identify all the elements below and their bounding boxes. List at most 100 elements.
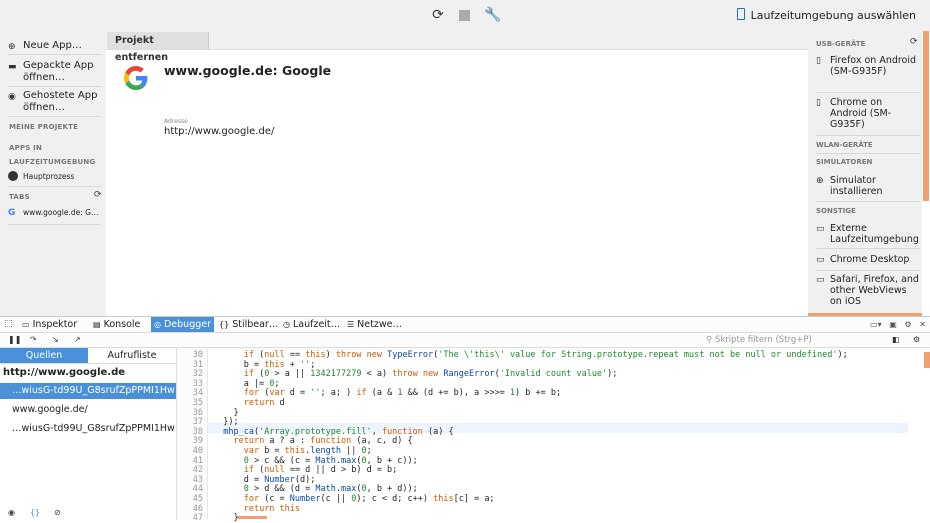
- source-item[interactable]: …wiusG-td99U_G8srufZpPPMI1Hw: [0, 421, 176, 437]
- reload-icon[interactable]: ⟳: [430, 7, 446, 23]
- code-line: for (c = Number(c || 0); c < d; c++) thi…: [243, 494, 495, 504]
- divider: [8, 186, 101, 187]
- code-line: b = this + '';: [213, 359, 316, 370]
- script-filter-input[interactable]: ⚲ Skripte filtern (Strg+P): [706, 333, 881, 347]
- source-item[interactable]: www.google.de/: [0, 402, 176, 418]
- runtime-panel: USB-GERÄTE ⟳ ▯ Firefox on Android (SM-G93…: [808, 31, 922, 316]
- line-number[interactable]: 42: [193, 465, 203, 475]
- line-number[interactable]: 39: [193, 436, 203, 446]
- toggle-panel-icon[interactable]: ◧: [892, 333, 900, 347]
- line-number[interactable]: 36: [193, 408, 203, 418]
- tab-network[interactable]: ☰ Netzwe…: [347, 317, 402, 332]
- tab-callstack[interactable]: Aufrufliste: [88, 348, 176, 363]
- tab-style-editor[interactable]: {} Stilbear…: [219, 317, 278, 332]
- pause-icon[interactable]: ❚❚: [8, 333, 21, 347]
- code-line: return this: [243, 503, 301, 514]
- split-console-icon[interactable]: ▣: [889, 320, 897, 329]
- source-item[interactable]: …wiusG-td99U_G8srufZpPPMI1Hw: [0, 383, 176, 399]
- line-gutter[interactable]: 30 31 32 33 34 35 36 37 38 39 40 41 42 4…: [177, 348, 208, 523]
- code-editor[interactable]: 30 31 32 33 34 35 36 37 38 39 40 41 42 4…: [177, 348, 930, 523]
- plus-icon: ⊕: [816, 176, 824, 186]
- address-label: Adresse: [164, 118, 188, 125]
- tab-inspector[interactable]: ▭ Inspektor: [22, 317, 77, 332]
- divider: [8, 224, 101, 225]
- blackbox-icon[interactable]: ⊘: [54, 505, 61, 520]
- project-header: Projekt entfernen: [106, 31, 808, 63]
- code-line: });: [213, 417, 239, 428]
- step-in-icon[interactable]: ↘: [52, 333, 59, 347]
- line-number[interactable]: 38: [193, 427, 203, 437]
- code-line: 0 > d && (d = Math.max(0, b + d));: [243, 484, 418, 495]
- laptop-icon: ▭: [816, 224, 825, 234]
- line-number[interactable]: 41: [193, 456, 203, 466]
- usb-devices-heading: USB-GERÄTE: [816, 40, 866, 48]
- line-number[interactable]: 33: [193, 379, 203, 389]
- google-favicon-icon: G: [8, 208, 16, 218]
- tab-performance[interactable]: ◷ Laufzeit…: [283, 317, 340, 332]
- code-line: }: [213, 513, 239, 523]
- divider: [816, 248, 920, 249]
- settings-icon[interactable]: ⚙: [904, 320, 911, 329]
- line-number[interactable]: 44: [193, 484, 203, 494]
- divider: [8, 116, 101, 117]
- step-over-icon[interactable]: ↷: [30, 333, 37, 347]
- remove-project-button[interactable]: Projekt entfernen: [107, 32, 209, 63]
- code-line: }: [213, 407, 239, 418]
- code-line: if (null == d || d > b) d = b;: [243, 465, 398, 476]
- code-line: if (0 > a || 1342177279 < a) throw new R…: [243, 369, 618, 380]
- tab-console[interactable]: ▤ Konsole: [93, 317, 140, 332]
- clock-icon: ◷: [283, 320, 290, 329]
- line-number[interactable]: 31: [193, 360, 203, 370]
- source-root[interactable]: http://www.google.de: [3, 367, 125, 378]
- line-number[interactable]: 46: [193, 504, 203, 514]
- line-number[interactable]: 34: [193, 388, 203, 398]
- divider: [816, 201, 920, 202]
- divider: [8, 54, 101, 55]
- laptop-icon: ▭: [816, 275, 825, 285]
- runtime-selector[interactable]: Laufzeitumgebung auswählen: [736, 8, 916, 22]
- line-number[interactable]: 32: [193, 369, 203, 379]
- line-number[interactable]: 35: [193, 398, 203, 408]
- sources-footer: ◉ {} ⊘: [0, 505, 176, 520]
- eye-icon[interactable]: ◉: [8, 505, 15, 520]
- dock-icon[interactable]: ▭▾: [870, 320, 882, 329]
- line-number[interactable]: 30: [193, 350, 203, 360]
- wrench-icon[interactable]: 🔧: [484, 7, 501, 23]
- step-out-icon[interactable]: ↗: [74, 333, 81, 347]
- pick-element-icon[interactable]: ⬚: [4, 317, 13, 332]
- line-number[interactable]: 43: [193, 475, 203, 485]
- app-title: www.google.de: Google: [164, 63, 332, 78]
- project-panel: ⊕ Neue App… ▬ Gepackte App öffnen… ◉ Geh…: [0, 31, 106, 316]
- laptop-icon: ▭: [816, 255, 825, 265]
- console-icon: ▤: [93, 320, 101, 329]
- search-icon: ⚲: [706, 335, 713, 345]
- refresh-devices-icon[interactable]: ⟳: [910, 37, 918, 47]
- tab-google-item[interactable]: Gwww.google.de: G…: [8, 208, 98, 218]
- pretty-print-icon[interactable]: {}: [30, 505, 40, 520]
- tab-debugger[interactable]: ◎ Debugger: [151, 317, 215, 332]
- code-line: mhp_ca('Array.prototype.fill', function …: [223, 426, 454, 437]
- line-number[interactable]: 45: [193, 494, 203, 504]
- line-number[interactable]: 37: [193, 417, 203, 427]
- scrollbar-thumb[interactable]: [923, 31, 929, 201]
- refresh-tabs-icon[interactable]: ⟳: [94, 190, 102, 200]
- devtools-options: ▭▾ ▣ ⚙ ✕: [870, 317, 926, 332]
- tab-sources[interactable]: Quellen: [0, 348, 88, 363]
- phone-icon: [736, 8, 745, 20]
- debugger-icon: ◎: [154, 320, 161, 329]
- debugger-settings-icon[interactable]: ⚙: [913, 333, 920, 347]
- my-projects-heading: MEINE PROJEKTE: [9, 123, 79, 131]
- phone-icon: ▯: [816, 98, 821, 108]
- close-icon[interactable]: ✕: [919, 320, 926, 329]
- stop-icon[interactable]: [459, 10, 470, 21]
- code-line: d = Number(d);: [213, 474, 316, 485]
- devtools: ⬚ ▭ Inspektor ▤ Konsole ◎ Debugger {} Stilbe…: [0, 316, 930, 523]
- line-number[interactable]: 40: [193, 446, 203, 456]
- main-process-item[interactable]: Hauptprozess: [8, 171, 74, 181]
- devtools-tabs: ⬚ ▭ Inspektor ▤ Konsole ◎ Debugger {} Stilbe…: [0, 317, 930, 333]
- inspector-icon: ▭: [22, 320, 30, 329]
- address-value: http://www.google.de/: [164, 126, 275, 137]
- network-icon: ☰: [347, 320, 355, 329]
- editor-scrollbar-thumb[interactable]: [924, 352, 930, 368]
- line-number[interactable]: 47: [193, 513, 203, 523]
